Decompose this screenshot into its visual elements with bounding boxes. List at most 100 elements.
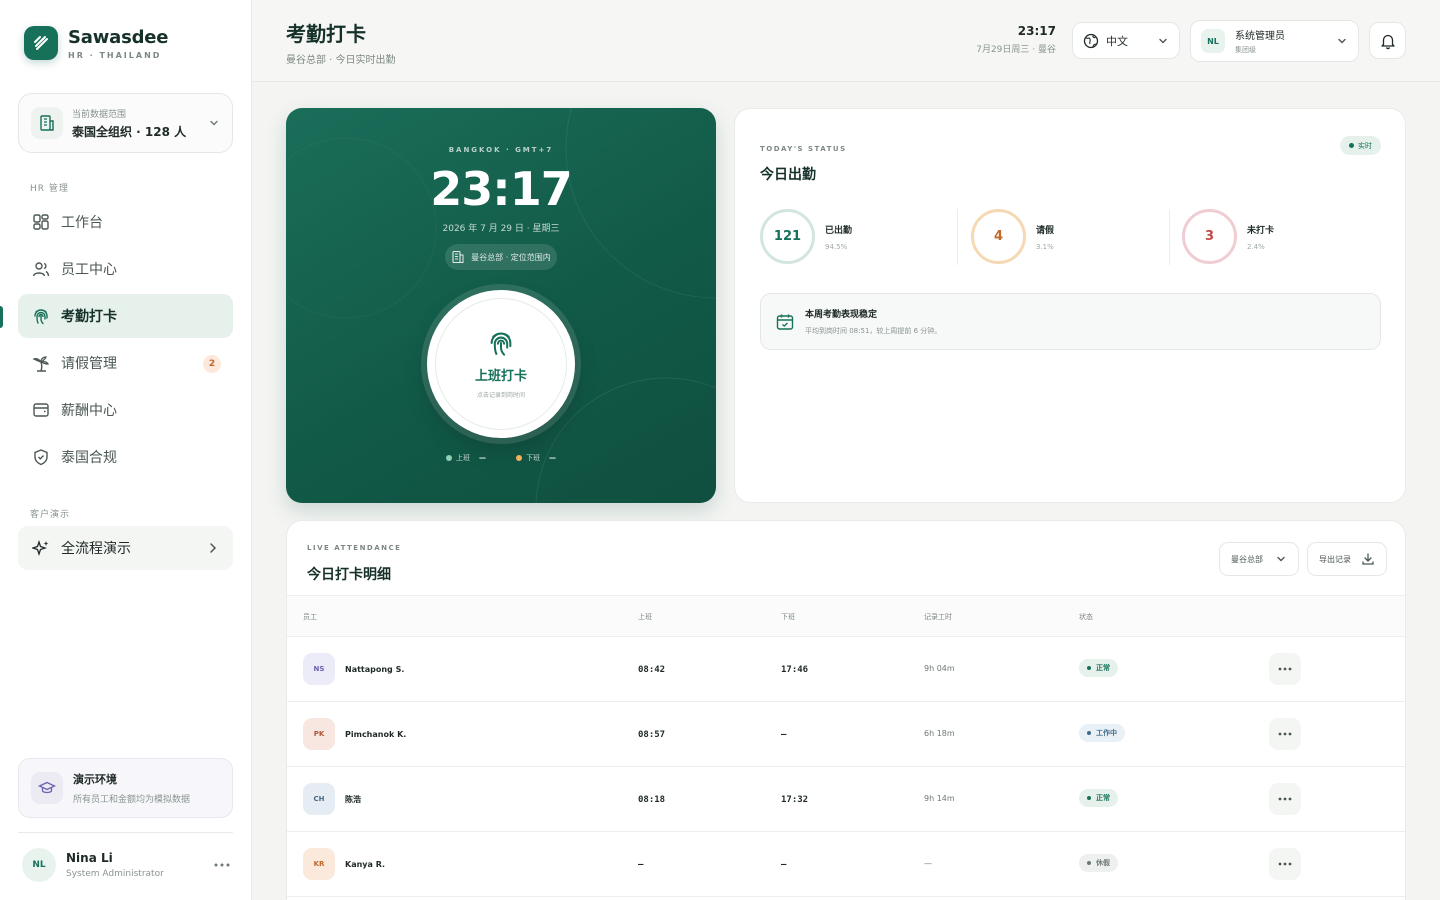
account-level: 集团级 [1235, 46, 1256, 54]
button-ring [435, 298, 567, 430]
stat-leave[interactable]: 4 请假 3.1% [971, 209, 1054, 264]
row-more-button[interactable] [1269, 848, 1301, 880]
active-indicator [0, 306, 3, 328]
download-icon [1362, 553, 1374, 565]
clock-in-time: 08:57 [638, 730, 666, 740]
clock-in-button[interactable]: 上班打卡 点击记录到岗时间 [427, 290, 575, 438]
table-title: 今日打卡明细 [307, 567, 391, 583]
employee-cell: NS Nattapong S. [303, 653, 404, 685]
sidebar-item-label: 薪酬中心 [61, 403, 117, 419]
clock-out-time: 17:32 [781, 795, 809, 805]
table-row[interactable]: NS Nattapong S. 08:42 17:46 9h 04m 正常 [287, 637, 1405, 702]
env-title: 演示环境 [73, 773, 117, 786]
pending-count-badge: 2 [203, 355, 221, 373]
stat-present[interactable]: 121 已出勤 94.5% [760, 209, 852, 264]
status-badge: 休假 [1079, 854, 1118, 872]
sidebar-item-payroll[interactable]: 薪酬中心 [18, 388, 233, 432]
brand[interactable]: Sawasdee HR · THAILAND [24, 26, 169, 60]
row-more-button[interactable] [1269, 653, 1301, 685]
data-scope-selector[interactable]: 当前数据范围 泰国全组织 · 128 人 [18, 93, 233, 153]
avatar: PK [303, 718, 335, 750]
sidebar-item-leave[interactable]: 请假管理 2 [18, 341, 233, 385]
top-header: 考勤打卡 曼谷总部 · 今日实时出勤 23:17 7月29日周三 · 曼谷 中文… [252, 0, 1440, 82]
geofence-label: 曼谷总部 · 定位范围内 [471, 252, 551, 262]
employee-name: Nattapong S. [345, 664, 405, 674]
export-button[interactable]: 导出记录 [1307, 542, 1387, 576]
shield-check-icon [30, 446, 52, 468]
location-filter[interactable]: 曼谷总部 [1219, 542, 1299, 576]
insight-description: 平均到岗时间 08:51，较上周提前 6 分钟。 [805, 327, 942, 335]
clock-in-time: 08:18 [638, 795, 666, 805]
recorded-hours: 9h 04m [924, 664, 955, 673]
sidebar: Sawasdee HR · THAILAND 当前数据范围 泰国全组织 · 12… [0, 0, 252, 900]
avatar: CH [303, 783, 335, 815]
sidebar-item-label: 请假管理 [61, 356, 117, 372]
attendance-table-card: LIVE ATTENDANCE 今日打卡明细 曼谷总部 导出记录 员工 上班 下… [286, 520, 1406, 900]
current-user[interactable]: NL Nina Li System Administrator [22, 846, 232, 884]
status-title: 今日出勤 [760, 167, 816, 183]
recorded-hours: 9h 14m [924, 794, 955, 803]
divider [957, 209, 958, 265]
row-more-button[interactable] [1269, 783, 1301, 815]
sidebar-item-demo-flow[interactable]: 全流程演示 [18, 526, 233, 570]
employee-name: 陈浩 [345, 794, 361, 804]
live-label: 实时 [1358, 141, 1372, 150]
column-header-employee: 员工 [303, 613, 317, 621]
employee-cell: CH 陈浩 [303, 783, 361, 815]
clock-out-time: 17:46 [781, 665, 809, 675]
sidebar-item-dashboard[interactable]: 工作台 [18, 200, 233, 244]
sidebar-item-compliance[interactable]: 泰国合规 [18, 435, 233, 479]
chevron-down-icon [1159, 38, 1167, 43]
avatar: NL [1201, 29, 1225, 53]
dashboard-grid-icon [30, 211, 52, 233]
legend-label: 上班 [456, 454, 470, 462]
sidebar-item-attendance[interactable]: 考勤打卡 [18, 294, 233, 338]
sidebar-item-employees[interactable]: 员工中心 [18, 247, 233, 291]
legend-clock-out: 下班 — [516, 453, 556, 463]
status-badge: 正常 [1079, 789, 1118, 807]
employee-name: Kanya R. [345, 859, 386, 869]
column-header-hours: 记录工时 [924, 613, 952, 621]
stat-label: 请假 [1036, 225, 1055, 236]
scope-value: 泰国全组织 · 128 人 [72, 124, 187, 139]
notifications-button[interactable] [1369, 22, 1406, 59]
account-select[interactable]: NL 系统管理员 集团级 [1190, 20, 1359, 62]
location-filter-label: 曼谷总部 [1231, 554, 1263, 564]
sidebar-item-label: 员工中心 [61, 262, 117, 278]
stat-label: 未打卡 [1247, 225, 1275, 236]
row-more-button[interactable] [1269, 718, 1301, 750]
users-icon [30, 258, 52, 280]
more-options-icon [1278, 797, 1292, 801]
language-select[interactable]: 中文 [1072, 22, 1180, 59]
more-options-icon[interactable] [212, 855, 232, 875]
user-name: Nina Li [66, 851, 113, 865]
brand-subtitle: HR · THAILAND [68, 50, 162, 60]
table-row[interactable]: CH 陈浩 08:18 17:32 9h 14m 正常 [287, 767, 1405, 832]
sidebar-item-label: 工作台 [61, 215, 103, 231]
fingerprint-icon [30, 305, 52, 327]
clock-date: 7月29日周三 · 曼谷 [976, 45, 1056, 55]
sidebar-item-label: 泰国合规 [61, 450, 117, 466]
table-row[interactable]: PK Pimchanok K. 08:57 – 6h 18m 工作中 [287, 702, 1405, 767]
insight-title: 本周考勤表现稳定 [805, 310, 878, 320]
stat-ring: 3 [1182, 209, 1237, 264]
employee-name: Pimchanok K. [345, 729, 407, 739]
wallet-icon [30, 399, 52, 421]
demo-environment-card: 演示环境 所有员工和金额均为模拟数据 [18, 758, 233, 818]
clock-out-time: – [781, 860, 787, 870]
legend-dot [516, 455, 522, 461]
stat-missing[interactable]: 3 未打卡 2.4% [1182, 209, 1274, 264]
chevron-down-icon [210, 120, 218, 126]
sparkles-icon [30, 537, 52, 559]
more-options-icon [1278, 667, 1292, 671]
punch-clock-card: BANGKOK · GMT+7 23:17 2026 年 7 月 29 日 · … [286, 108, 716, 503]
globe-icon [1083, 33, 1099, 48]
palm-tree-icon [30, 352, 52, 374]
brand-name: Sawasdee [68, 26, 169, 48]
table-row[interactable]: KR Kanya R. – – — 休假 [287, 832, 1405, 897]
clock-out-time: – [781, 730, 787, 740]
legend-clock-in: 上班 — [446, 453, 486, 463]
stat-ring: 4 [971, 209, 1026, 264]
geofence-status: 曼谷总部 · 定位范围内 [445, 244, 557, 270]
export-label: 导出记录 [1319, 554, 1351, 564]
